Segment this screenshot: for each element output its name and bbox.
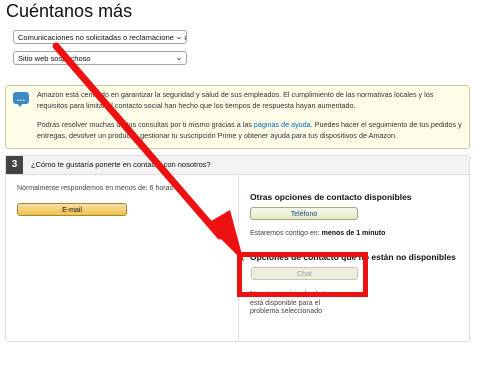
annotation-arrow <box>52 42 244 262</box>
arrow-shaft <box>52 42 224 240</box>
annotation-highlight-box <box>237 252 368 297</box>
